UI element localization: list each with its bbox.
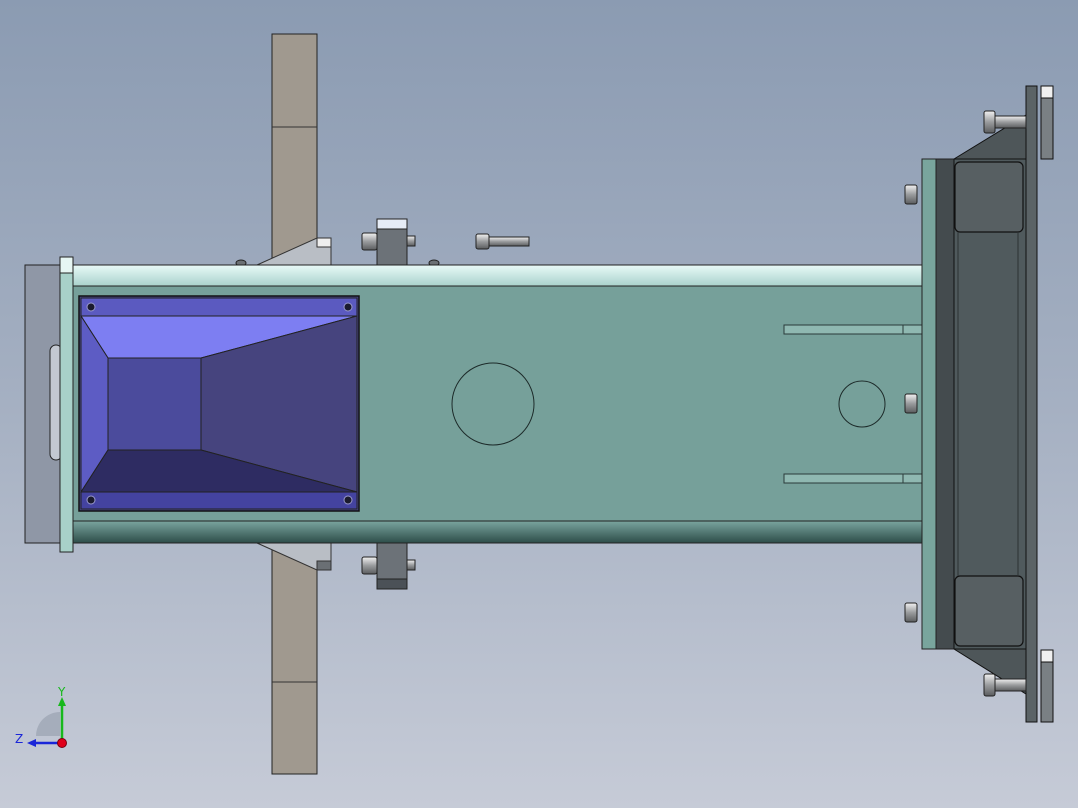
clamp-block-top xyxy=(361,218,416,266)
z-axis-arrow xyxy=(27,739,36,747)
motor-housing xyxy=(953,85,1054,723)
cad-viewport[interactable]: Y Z xyxy=(0,0,1078,808)
y-axis-label: Y xyxy=(57,686,66,699)
view-triad[interactable]: Y Z xyxy=(12,686,102,766)
triad-arc xyxy=(36,712,60,736)
model-drawing xyxy=(24,33,1054,775)
z-axis-label: Z xyxy=(15,732,23,746)
loose-bolt xyxy=(475,233,530,250)
right-flange xyxy=(921,158,955,650)
hopper-funnel xyxy=(78,295,360,512)
clamp-block-bottom xyxy=(361,542,416,590)
left-end-cap xyxy=(24,256,74,553)
x-axis-dot xyxy=(57,738,67,748)
